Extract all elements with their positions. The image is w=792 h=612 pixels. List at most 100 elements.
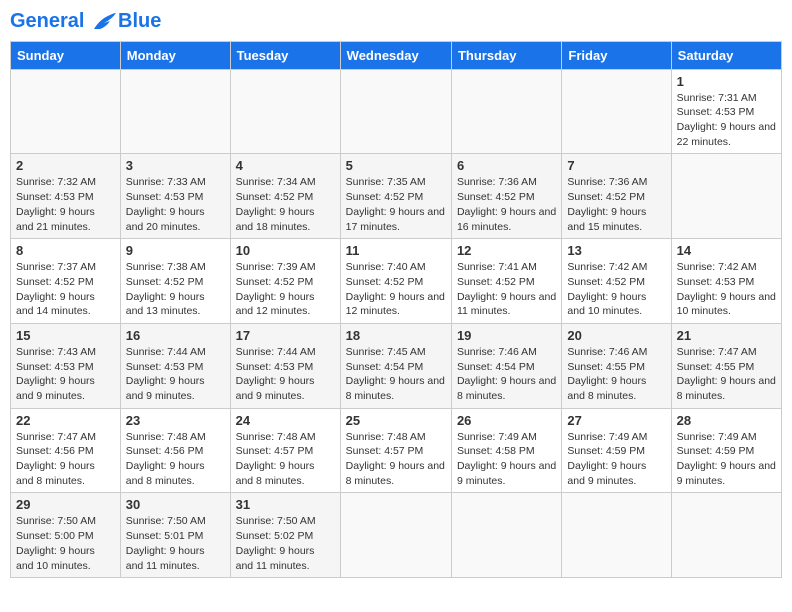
- day-cell-5: 5Sunrise: 7:35 AMSunset: 4:52 PMDaylight…: [340, 154, 451, 239]
- day-cell-2: 2 Sunrise: 7:32 AMSunset: 4:53 PMDaylight…: [11, 154, 121, 239]
- day-info: Sunrise: 7:31 AMSunset: 4:53 PMDaylight:…: [677, 92, 776, 148]
- day-header-friday: Friday: [562, 41, 671, 69]
- empty-cell: [340, 493, 451, 578]
- day-cell-23: 23 Sunrise: 7:48 AMSunset: 4:56 PMDayligh…: [120, 408, 230, 493]
- day-number: 14: [677, 243, 776, 258]
- page-header: General Blue: [10, 10, 782, 33]
- day-info: Sunrise: 7:48 AMSunset: 4:57 PMDaylight:…: [236, 431, 316, 487]
- day-info: Sunrise: 7:46 AMSunset: 4:55 PMDaylight:…: [567, 346, 647, 402]
- day-number: 1: [677, 74, 776, 89]
- day-number: 19: [457, 328, 556, 343]
- day-info: Sunrise: 7:34 AMSunset: 4:52 PMDaylight:…: [236, 176, 316, 232]
- day-info: Sunrise: 7:50 AMSunset: 5:00 PMDaylight:…: [16, 515, 96, 571]
- day-cell-29: 29 Sunrise: 7:50 AMSunset: 5:00 PMDayligh…: [11, 493, 121, 578]
- calendar-week-4: 22 Sunrise: 7:47 AMSunset: 4:56 PMDayligh…: [11, 408, 782, 493]
- day-number: 4: [236, 158, 335, 173]
- day-number: 2: [16, 158, 115, 173]
- day-number: 16: [126, 328, 225, 343]
- day-number: 10: [236, 243, 335, 258]
- day-cell-25: 25 Sunrise: 7:48 AMSunset: 4:57 PMDayligh…: [340, 408, 451, 493]
- day-info: Sunrise: 7:43 AMSunset: 4:53 PMDaylight:…: [16, 346, 96, 402]
- day-info: Sunrise: 7:49 AMSunset: 4:58 PMDaylight:…: [457, 431, 556, 487]
- day-info: Sunrise: 7:49 AMSunset: 4:59 PMDaylight:…: [677, 431, 776, 487]
- day-cell-19: 19 Sunrise: 7:46 AMSunset: 4:54 PMDayligh…: [451, 323, 561, 408]
- day-info: Sunrise: 7:36 AMSunset: 4:52 PMDaylight:…: [567, 176, 647, 232]
- empty-cell: [11, 69, 121, 154]
- calendar-week-1: 2 Sunrise: 7:32 AMSunset: 4:53 PMDaylight…: [11, 154, 782, 239]
- empty-cell: [451, 493, 561, 578]
- day-cell-1: 1 Sunrise: 7:31 AMSunset: 4:53 PMDaylight…: [671, 69, 781, 154]
- empty-cell: [120, 69, 230, 154]
- day-info: Sunrise: 7:39 AMSunset: 4:52 PMDaylight:…: [236, 261, 316, 317]
- day-info: Sunrise: 7:50 AMSunset: 5:01 PMDaylight:…: [126, 515, 206, 571]
- day-info: Sunrise: 7:45 AMSunset: 4:54 PMDaylight:…: [346, 346, 445, 402]
- calendar-week-3: 15Sunrise: 7:43 AMSunset: 4:53 PMDayligh…: [11, 323, 782, 408]
- day-number: 20: [567, 328, 665, 343]
- day-number: 18: [346, 328, 446, 343]
- day-info: Sunrise: 7:44 AMSunset: 4:53 PMDaylight:…: [126, 346, 206, 402]
- day-cell-6: 6Sunrise: 7:36 AMSunset: 4:52 PMDaylight…: [451, 154, 561, 239]
- day-cell-26: 26Sunrise: 7:49 AMSunset: 4:58 PMDayligh…: [451, 408, 561, 493]
- empty-cell: [340, 69, 451, 154]
- day-info: Sunrise: 7:42 AMSunset: 4:52 PMDaylight:…: [567, 261, 647, 317]
- day-info: Sunrise: 7:46 AMSunset: 4:54 PMDaylight:…: [457, 346, 556, 402]
- day-cell-3: 3 Sunrise: 7:33 AMSunset: 4:53 PMDaylight…: [120, 154, 230, 239]
- day-number: 21: [677, 328, 776, 343]
- day-info: Sunrise: 7:32 AMSunset: 4:53 PMDaylight:…: [16, 176, 96, 232]
- day-number: 31: [236, 497, 335, 512]
- day-cell-8: 8 Sunrise: 7:37 AMSunset: 4:52 PMDaylight…: [11, 239, 121, 324]
- day-cell-28: 28 Sunrise: 7:49 AMSunset: 4:59 PMDayligh…: [671, 408, 781, 493]
- day-info: Sunrise: 7:48 AMSunset: 4:57 PMDaylight:…: [346, 431, 445, 487]
- day-number: 11: [346, 243, 446, 258]
- day-cell-31: 31 Sunrise: 7:50 AMSunset: 5:02 PMDayligh…: [230, 493, 340, 578]
- day-cell-17: 17Sunrise: 7:44 AMSunset: 4:53 PMDayligh…: [230, 323, 340, 408]
- day-info: Sunrise: 7:47 AMSunset: 4:56 PMDaylight:…: [16, 431, 96, 487]
- calendar-table: SundayMondayTuesdayWednesdayThursdayFrid…: [10, 41, 782, 579]
- day-cell-9: 9Sunrise: 7:38 AMSunset: 4:52 PMDaylight…: [120, 239, 230, 324]
- day-number: 30: [126, 497, 225, 512]
- day-cell-18: 18 Sunrise: 7:45 AMSunset: 4:54 PMDayligh…: [340, 323, 451, 408]
- day-number: 7: [567, 158, 665, 173]
- day-number: 5: [346, 158, 446, 173]
- day-cell-10: 10 Sunrise: 7:39 AMSunset: 4:52 PMDayligh…: [230, 239, 340, 324]
- day-cell-21: 21 Sunrise: 7:47 AMSunset: 4:55 PMDayligh…: [671, 323, 781, 408]
- day-info: Sunrise: 7:44 AMSunset: 4:53 PMDaylight:…: [236, 346, 316, 402]
- day-number: 27: [567, 413, 665, 428]
- day-cell-11: 11Sunrise: 7:40 AMSunset: 4:52 PMDayligh…: [340, 239, 451, 324]
- day-info: Sunrise: 7:36 AMSunset: 4:52 PMDaylight:…: [457, 176, 556, 232]
- day-info: Sunrise: 7:38 AMSunset: 4:52 PMDaylight:…: [126, 261, 206, 317]
- calendar-header-row: SundayMondayTuesdayWednesdayThursdayFrid…: [11, 41, 782, 69]
- day-info: Sunrise: 7:37 AMSunset: 4:52 PMDaylight:…: [16, 261, 96, 317]
- day-info: Sunrise: 7:42 AMSunset: 4:53 PMDaylight:…: [677, 261, 776, 317]
- day-cell-24: 24Sunrise: 7:48 AMSunset: 4:57 PMDayligh…: [230, 408, 340, 493]
- day-header-monday: Monday: [120, 41, 230, 69]
- day-cell-27: 27Sunrise: 7:49 AMSunset: 4:59 PMDayligh…: [562, 408, 671, 493]
- day-header-thursday: Thursday: [451, 41, 561, 69]
- day-number: 29: [16, 497, 115, 512]
- day-header-wednesday: Wednesday: [340, 41, 451, 69]
- day-number: 28: [677, 413, 776, 428]
- day-info: Sunrise: 7:48 AMSunset: 4:56 PMDaylight:…: [126, 431, 206, 487]
- day-header-saturday: Saturday: [671, 41, 781, 69]
- day-number: 25: [346, 413, 446, 428]
- day-number: 22: [16, 413, 115, 428]
- day-number: 3: [126, 158, 225, 173]
- logo-text-general: General: [10, 10, 84, 32]
- day-info: Sunrise: 7:33 AMSunset: 4:53 PMDaylight:…: [126, 176, 206, 232]
- logo: General Blue: [10, 10, 161, 33]
- empty-cell: [671, 493, 781, 578]
- day-cell-15: 15Sunrise: 7:43 AMSunset: 4:53 PMDayligh…: [11, 323, 121, 408]
- logo-bird-icon: [92, 11, 118, 33]
- day-number: 8: [16, 243, 115, 258]
- day-number: 23: [126, 413, 225, 428]
- day-cell-13: 13Sunrise: 7:42 AMSunset: 4:52 PMDayligh…: [562, 239, 671, 324]
- day-cell-30: 30 Sunrise: 7:50 AMSunset: 5:01 PMDayligh…: [120, 493, 230, 578]
- day-info: Sunrise: 7:50 AMSunset: 5:02 PMDaylight:…: [236, 515, 316, 571]
- empty-cell: [671, 154, 781, 239]
- calendar-week-5: 29 Sunrise: 7:50 AMSunset: 5:00 PMDayligh…: [11, 493, 782, 578]
- calendar-week-0: 1 Sunrise: 7:31 AMSunset: 4:53 PMDaylight…: [11, 69, 782, 154]
- day-info: Sunrise: 7:47 AMSunset: 4:55 PMDaylight:…: [677, 346, 776, 402]
- day-cell-7: 7 Sunrise: 7:36 AMSunset: 4:52 PMDaylight…: [562, 154, 671, 239]
- day-number: 12: [457, 243, 556, 258]
- empty-cell: [562, 493, 671, 578]
